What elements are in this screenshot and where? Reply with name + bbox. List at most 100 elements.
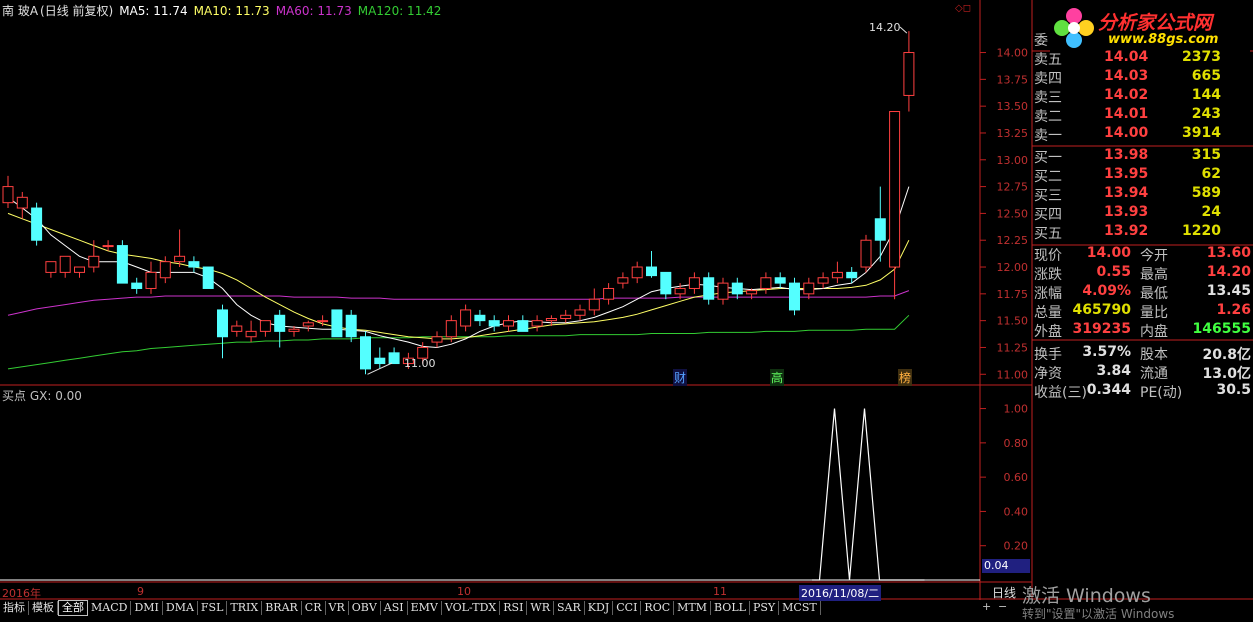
order-price: 13.95 [1104, 166, 1149, 182]
bid-row[interactable]: 买一 13.98 315 [1032, 147, 1253, 166]
candle [517, 315, 529, 332]
candle [360, 331, 371, 375]
tab-boll[interactable]: BOLL [711, 601, 750, 615]
tab-fsl[interactable]: FSL [197, 601, 228, 615]
candle [588, 288, 600, 316]
candlesticks [2, 26, 915, 375]
tab-macd[interactable]: MACD [88, 601, 132, 615]
tab-emv[interactable]: EMV [407, 601, 442, 615]
ask-row[interactable]: 卖四 14.03 665 [1032, 68, 1253, 87]
order-price: 14.03 [1104, 68, 1149, 84]
tab-mtm[interactable]: MTM [674, 601, 712, 615]
tab-全部[interactable]: 全部 [58, 600, 88, 616]
tab-psy[interactable]: PSY [749, 601, 780, 615]
quote-label-2: 今开 [1140, 248, 1168, 264]
candle-body [331, 309, 343, 338]
tab-cci[interactable]: CCI [613, 601, 642, 615]
tab-obv[interactable]: OBV [348, 601, 381, 615]
date-label-year: 2016年 [2, 587, 41, 600]
candle [903, 31, 915, 112]
candle-body [59, 255, 71, 273]
tab-roc[interactable]: ROC [641, 601, 675, 615]
candle-body [116, 245, 128, 284]
tab-mcst[interactable]: MCST [779, 601, 821, 615]
chart-corner-icons[interactable]: ◇◻ [955, 3, 971, 14]
candle-body [374, 357, 386, 365]
candle [460, 304, 472, 332]
candle-body [631, 266, 643, 279]
quote-row: 总量 465790 量比 1.26 [1032, 302, 1253, 321]
candle-body [217, 309, 228, 338]
candle-body [874, 218, 886, 241]
tab-brar[interactable]: BRAR [262, 601, 302, 615]
candle [388, 347, 400, 365]
quote-value: 465790 [1072, 302, 1131, 318]
tab-指标[interactable]: 指标 [0, 601, 29, 615]
tab-kdj[interactable]: KDJ [584, 601, 614, 615]
tab-wr[interactable]: WR [527, 601, 555, 615]
tab-dma[interactable]: DMA [162, 601, 198, 615]
indicator-tick-label: 0.20 [1004, 540, 1029, 553]
candle-body [817, 277, 829, 284]
scroll-down-button[interactable]: − [998, 600, 1007, 613]
tab-vr[interactable]: VR [325, 601, 349, 615]
date-cursor-label: 2016/11/08/二 [799, 585, 882, 601]
candle [803, 277, 815, 300]
candle-body [102, 245, 114, 248]
period-rixian-button[interactable]: 日线 [992, 584, 1016, 601]
ask-row[interactable]: 卖二 14.01 243 [1032, 106, 1253, 125]
quote-label-2: 流通 [1140, 366, 1168, 382]
tab-cr[interactable]: CR [301, 601, 326, 615]
bid-row[interactable]: 买五 13.92 1220 [1032, 223, 1253, 242]
tab-sar[interactable]: SAR [554, 601, 585, 615]
price-tick-label: 13.25 [997, 127, 1029, 140]
tab-asi[interactable]: ASI [380, 601, 408, 615]
order-label: 卖二 [1034, 109, 1062, 125]
candle-body [188, 261, 200, 268]
ask-row[interactable]: 卖三 14.02 144 [1032, 87, 1253, 106]
order-volume: 1220 [1182, 223, 1221, 239]
quote-label: 现价 [1034, 248, 1062, 264]
price-tick-label: 12.75 [997, 181, 1029, 194]
scroll-up-button[interactable]: + [982, 600, 991, 613]
candle [503, 315, 514, 332]
quote-label: 涨幅 [1034, 286, 1062, 302]
candle [374, 347, 386, 369]
candle-body [688, 277, 700, 289]
bid-row[interactable]: 买四 13.93 24 [1032, 204, 1253, 223]
candle-body [16, 196, 28, 209]
quote-row: 现价 14.00 今开 13.60 [1032, 245, 1253, 264]
ma120-line [7, 314, 910, 370]
candle [531, 315, 543, 332]
price-tick-label: 12.00 [997, 261, 1029, 274]
candle [474, 309, 486, 327]
candle-body [288, 328, 300, 332]
tab-rsi[interactable]: RSI [500, 601, 528, 615]
tab-模板[interactable]: 模板 [29, 601, 58, 615]
candle [631, 261, 643, 284]
candle-body [45, 261, 57, 273]
quote-value: 3.57% [1082, 344, 1131, 360]
candle [159, 256, 171, 284]
candle-body [803, 282, 815, 295]
ask-row[interactable]: 卖五 14.04 2373 [1032, 49, 1253, 68]
high-arrow [899, 26, 908, 34]
indicator-tabs: 指标 模板 全部 MACD DMI DMA FSL TRIX BRAR CR VR OBV ASI EMV… [0, 600, 821, 616]
bid-row[interactable]: 买三 13.94 589 [1032, 185, 1253, 204]
order-label: 买二 [1034, 169, 1062, 185]
tab-trix[interactable]: TRIX [227, 601, 263, 615]
event-marker-bang[interactable]: 榜 [898, 369, 913, 386]
quote-label: 净资 [1034, 366, 1062, 382]
ask-row[interactable]: 卖一 14.00 3914 [1032, 125, 1253, 144]
quote-value-2: 1.26 [1216, 302, 1251, 318]
quote-value-2: 14.20 [1206, 264, 1251, 280]
tab-vol-tdx[interactable]: VOL-TDX [441, 601, 501, 615]
tab-dmi[interactable]: DMI [131, 601, 163, 615]
ma60-label: MA60: 11.73 [275, 4, 352, 18]
price-tick-label: 13.50 [997, 100, 1029, 113]
event-marker-cai[interactable]: 财 [673, 369, 688, 386]
event-marker-gao[interactable]: 高 [770, 369, 785, 386]
order-label: 买三 [1034, 188, 1062, 204]
bid-row[interactable]: 买二 13.95 62 [1032, 166, 1253, 185]
candle [231, 320, 243, 337]
